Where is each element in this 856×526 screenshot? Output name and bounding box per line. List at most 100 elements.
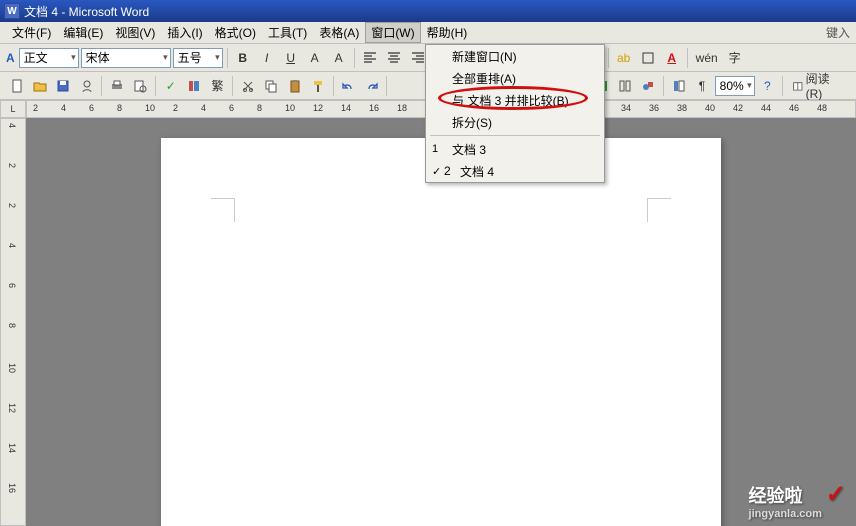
menu-tools[interactable]: 工具(T) — [262, 22, 313, 43]
ruler-tick: 18 — [397, 103, 407, 113]
copy-button[interactable] — [261, 75, 282, 97]
menu-new-window[interactable]: 新建窗口(N) — [426, 45, 604, 67]
margin-marker-tl — [211, 198, 235, 222]
menu-insert[interactable]: 插入(I) — [161, 22, 208, 43]
vertical-ruler[interactable]: 42246810121416 — [0, 118, 26, 526]
separator — [608, 48, 609, 68]
menu-edit[interactable]: 编辑(E) — [57, 22, 109, 43]
print-button[interactable] — [106, 75, 127, 97]
open-button[interactable] — [29, 75, 50, 97]
research-button[interactable] — [183, 75, 204, 97]
ruler-tick: 2 — [173, 103, 178, 113]
save-button[interactable] — [53, 75, 74, 97]
ruler-tick: 2 — [33, 103, 38, 113]
separator — [227, 48, 228, 68]
columns-button[interactable] — [614, 75, 635, 97]
font-color-button[interactable]: A — [661, 47, 683, 69]
underline-button[interactable]: U — [280, 47, 302, 69]
document-page[interactable] — [161, 138, 721, 526]
ruler-corner: L — [0, 100, 26, 118]
window-doc-3[interactable]: 1 文档 3 — [426, 138, 604, 160]
menu-arrange-all[interactable]: 全部重排(A) — [426, 67, 604, 89]
menu-item-label: 与 文档 3 并排比较(B) — [452, 92, 569, 109]
paste-button[interactable] — [284, 75, 305, 97]
ruler-tick: 10 — [7, 363, 17, 373]
watermark: 经验啦 jingyanla.com ✓ — [749, 480, 846, 520]
ruler-tick: 4 — [7, 123, 17, 128]
menu-split[interactable]: 拆分(S) — [426, 111, 604, 133]
menu-file[interactable]: 文件(F) — [6, 22, 57, 43]
phonetic-guide-button[interactable]: wén — [692, 47, 722, 69]
spellcheck-button[interactable]: ✓ — [160, 75, 181, 97]
style-combo[interactable]: 正文 — [19, 48, 79, 68]
read-label: 阅读(R) — [806, 70, 845, 101]
separator — [782, 76, 783, 96]
drawing-button[interactable] — [638, 75, 659, 97]
redo-button[interactable] — [361, 75, 382, 97]
print-preview-button[interactable] — [130, 75, 151, 97]
border-button[interactable] — [637, 47, 659, 69]
menu-table[interactable]: 表格(A) — [313, 22, 365, 43]
ruler-tick: 16 — [7, 483, 17, 493]
ruler-tick: 4 — [61, 103, 66, 113]
menu-format[interactable]: 格式(O) — [209, 22, 262, 43]
bold-button[interactable]: B — [232, 47, 254, 69]
ruler-tick: 42 — [733, 103, 743, 113]
window-name: 文档 3 — [452, 141, 486, 158]
watermark-brand: 经验啦 — [749, 486, 803, 506]
word-app-icon: W — [4, 3, 20, 19]
char-shading-button[interactable]: A — [328, 47, 350, 69]
help-button[interactable]: ? — [757, 75, 778, 97]
doc-map-button[interactable] — [668, 75, 689, 97]
separator — [155, 76, 156, 96]
ruler-tick: 14 — [341, 103, 351, 113]
style-label: A — [6, 51, 15, 65]
separator — [386, 76, 387, 96]
watermark-check-icon: ✓ — [826, 480, 846, 509]
menu-item-label: 全部重排(A) — [452, 70, 516, 87]
ruler-tick: 46 — [789, 103, 799, 113]
italic-button[interactable]: I — [256, 47, 278, 69]
separator — [663, 76, 664, 96]
ruler-tick: 12 — [313, 103, 323, 113]
window-menu-dropdown: 新建窗口(N) 全部重排(A) 与 文档 3 并排比较(B) 拆分(S) 1 文… — [425, 44, 605, 183]
ruler-tick: 8 — [7, 323, 17, 328]
ruler-tick: 36 — [649, 103, 659, 113]
window-title: 文档 4 - Microsoft Word — [24, 3, 149, 20]
enclose-char-button[interactable]: 字 — [724, 47, 746, 69]
permission-button[interactable] — [76, 75, 97, 97]
font-combo[interactable]: 宋体 — [81, 48, 171, 68]
ruler-tick: 44 — [761, 103, 771, 113]
format-painter-button[interactable] — [307, 75, 328, 97]
align-center-button[interactable] — [383, 47, 405, 69]
separator — [101, 76, 102, 96]
ruler-tick: 40 — [705, 103, 715, 113]
ruler-tick: 4 — [7, 243, 17, 248]
window-index: 2 — [444, 164, 451, 178]
trad-simp-button[interactable]: 繁 — [207, 75, 228, 97]
new-doc-button[interactable] — [6, 75, 27, 97]
menu-view[interactable]: 视图(V) — [109, 22, 161, 43]
undo-button[interactable] — [338, 75, 359, 97]
ruler-tick: 10 — [285, 103, 295, 113]
ruler-tick: 6 — [89, 103, 94, 113]
separator — [354, 48, 355, 68]
char-border-button[interactable]: A — [304, 47, 326, 69]
window-doc-4[interactable]: ✓ 2 文档 4 — [426, 160, 604, 182]
margin-marker-tr — [647, 198, 671, 222]
ruler-tick: 4 — [201, 103, 206, 113]
zoom-combo[interactable]: 80% — [715, 76, 755, 96]
menu-help[interactable]: 帮助(H) — [421, 22, 474, 43]
align-left-button[interactable] — [359, 47, 381, 69]
menubar-right-text: 键入 — [826, 24, 850, 41]
title-bar: W 文档 4 - Microsoft Word — [0, 0, 856, 22]
ruler-tick: 2 — [7, 203, 17, 208]
highlight-button[interactable]: ab — [613, 47, 635, 69]
cut-button[interactable] — [237, 75, 258, 97]
ruler-tick: 6 — [229, 103, 234, 113]
menu-window[interactable]: 窗口(W) — [365, 22, 420, 43]
show-hide-button[interactable]: ¶ — [691, 75, 712, 97]
menu-compare-side-by-side[interactable]: 与 文档 3 并排比较(B) — [426, 89, 604, 111]
read-mode-button[interactable]: 阅读(R) — [787, 75, 850, 97]
size-combo[interactable]: 五号 — [173, 48, 223, 68]
